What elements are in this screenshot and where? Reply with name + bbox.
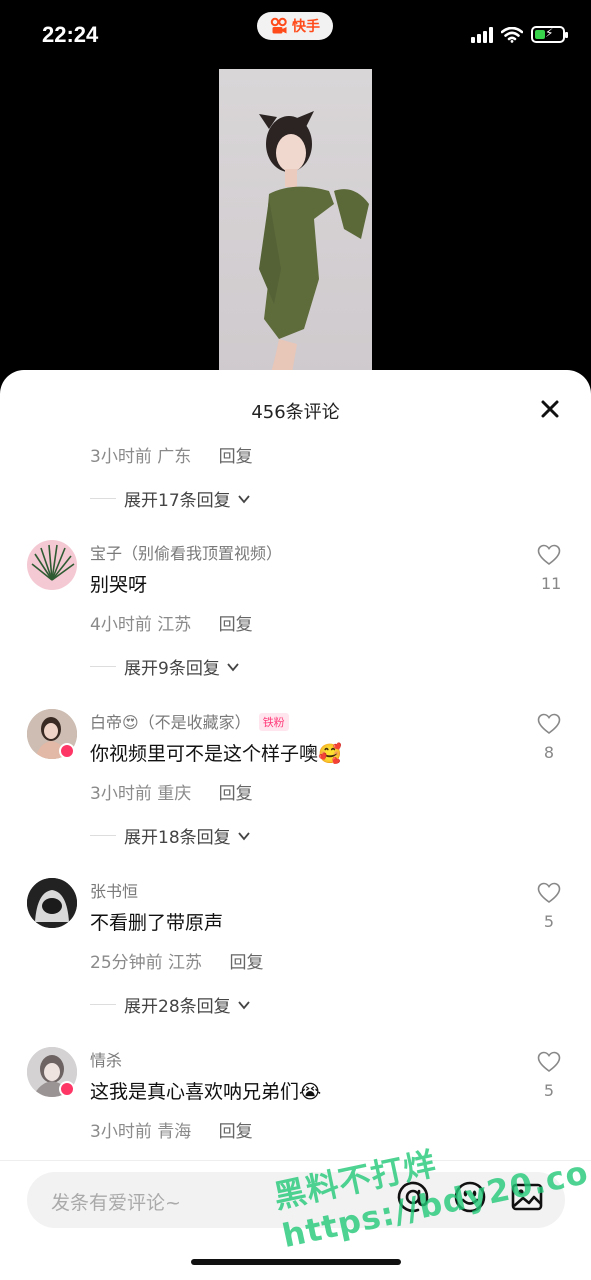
comment-region: 重庆 bbox=[157, 784, 192, 804]
app-name: 快手 bbox=[292, 19, 320, 35]
like-count: 8 bbox=[543, 743, 555, 762]
comment-username[interactable]: 情杀 bbox=[90, 1047, 122, 1071]
comment-username[interactable]: 宝子（别偷看我顶置视频） bbox=[90, 540, 282, 564]
comment-meta: 3小时前 广东 回复 bbox=[90, 442, 253, 467]
comment-text: 你视频里可不是这个样子噢🥰 bbox=[90, 743, 342, 765]
reply-button[interactable]: 回复 bbox=[219, 615, 253, 635]
comment-time: 25分钟前 bbox=[90, 953, 163, 973]
expand-replies-button[interactable]: 展开9条回复 bbox=[90, 654, 240, 679]
expand-replies-label: 展开18条回复 bbox=[124, 828, 231, 848]
expand-replies-button[interactable]: 展开28条回复 bbox=[90, 992, 251, 1017]
comment-time: 3小时前 bbox=[90, 1122, 152, 1142]
comment-region: 青海 bbox=[157, 1122, 192, 1142]
comment-meta: 3小时前 重庆 回复 bbox=[90, 779, 253, 804]
status-bar: 22:24 快手 ⚡ bbox=[0, 0, 591, 70]
comment-count-title: 456条评论 bbox=[251, 402, 340, 423]
comment-region: 广东 bbox=[157, 447, 192, 467]
wifi-icon bbox=[501, 26, 523, 43]
divider-line bbox=[90, 498, 116, 499]
verified-badge-icon bbox=[59, 743, 75, 759]
comment-region: 江苏 bbox=[157, 615, 192, 635]
comment-meta: 4小时前 江苏 回复 bbox=[90, 610, 253, 635]
comment-text: 不看删了带原声 bbox=[90, 912, 224, 934]
close-icon[interactable] bbox=[539, 398, 561, 420]
reply-button[interactable]: 回复 bbox=[219, 447, 253, 467]
comment-time: 3小时前 bbox=[90, 447, 152, 467]
input-divider bbox=[0, 1160, 591, 1161]
like-count: 11 bbox=[541, 574, 562, 593]
reply-button[interactable]: 回复 bbox=[229, 953, 263, 973]
reply-button[interactable]: 回复 bbox=[219, 784, 253, 804]
like-count: 5 bbox=[543, 1081, 555, 1100]
divider-line bbox=[90, 1004, 116, 1005]
chevron-down-icon bbox=[237, 831, 250, 840]
username-text: 张书恒 bbox=[90, 882, 139, 901]
like-heart-icon[interactable] bbox=[537, 882, 561, 904]
video-preview[interactable] bbox=[219, 69, 372, 379]
like-heart-icon[interactable] bbox=[537, 713, 561, 735]
home-indicator[interactable] bbox=[191, 1259, 401, 1265]
video-figure-image bbox=[259, 111, 369, 379]
image-icon[interactable] bbox=[510, 1180, 544, 1214]
comment-sheet: 456条评论 3小时前 广东 回复 展开17条回复 宝子（别偷看我顶置视频） 别… bbox=[0, 370, 591, 1280]
comment-username[interactable]: 张书恒 bbox=[90, 878, 138, 902]
status-time: 22:24 bbox=[42, 22, 99, 47]
comment-input-placeholder: 发条有爱评论~ bbox=[51, 1192, 181, 1214]
divider-line bbox=[90, 835, 116, 836]
divider-line bbox=[90, 666, 116, 667]
chevron-down-icon bbox=[237, 1000, 250, 1009]
comment-text: 这我是真心喜欢呐兄弟们😭 bbox=[90, 1081, 322, 1103]
like-count: 5 bbox=[543, 912, 555, 931]
kuaishou-logo-icon bbox=[270, 17, 287, 34]
emoji-icon[interactable] bbox=[453, 1180, 487, 1214]
cellular-signal-icon bbox=[471, 26, 493, 43]
username-text: 情杀 bbox=[90, 1051, 123, 1070]
username-text: 宝子（别偷看我顶置视频） bbox=[90, 544, 283, 563]
fan-badge: 铁粉 bbox=[258, 713, 289, 731]
chevron-down-icon bbox=[227, 662, 239, 671]
comment-time: 4小时前 bbox=[90, 615, 152, 635]
mention-at-icon[interactable] bbox=[396, 1180, 430, 1214]
like-heart-icon[interactable] bbox=[537, 544, 561, 566]
expand-replies-label: 展开9条回复 bbox=[124, 659, 220, 679]
expand-replies-label: 展开17条回复 bbox=[124, 491, 231, 511]
app-indicator[interactable]: 快手 bbox=[257, 12, 333, 40]
verified-badge-icon bbox=[59, 1081, 75, 1097]
comment-meta: 25分钟前 江苏 回复 bbox=[90, 948, 263, 973]
like-heart-icon[interactable] bbox=[537, 1051, 561, 1073]
comment-username[interactable]: 白帝😍（不是收藏家） 铁粉 bbox=[90, 709, 289, 733]
status-icons: ⚡ bbox=[471, 26, 568, 43]
chevron-down-icon bbox=[237, 494, 250, 503]
battery-charging-icon: ⚡ bbox=[531, 26, 568, 43]
username-text: 白帝😍（不是收藏家） bbox=[90, 713, 251, 732]
comment-time: 3小时前 bbox=[90, 784, 152, 804]
comment-region: 江苏 bbox=[168, 953, 203, 973]
comment-meta: 3小时前 青海 回复 bbox=[90, 1117, 253, 1142]
expand-replies-button[interactable]: 展开17条回复 bbox=[90, 486, 251, 511]
avatar[interactable] bbox=[27, 540, 77, 590]
expand-replies-label: 展开28条回复 bbox=[124, 997, 231, 1017]
avatar[interactable] bbox=[27, 878, 77, 928]
comment-text: 别哭呀 bbox=[90, 574, 148, 596]
expand-replies-button[interactable]: 展开18条回复 bbox=[90, 823, 251, 848]
reply-button[interactable]: 回复 bbox=[219, 1122, 253, 1142]
